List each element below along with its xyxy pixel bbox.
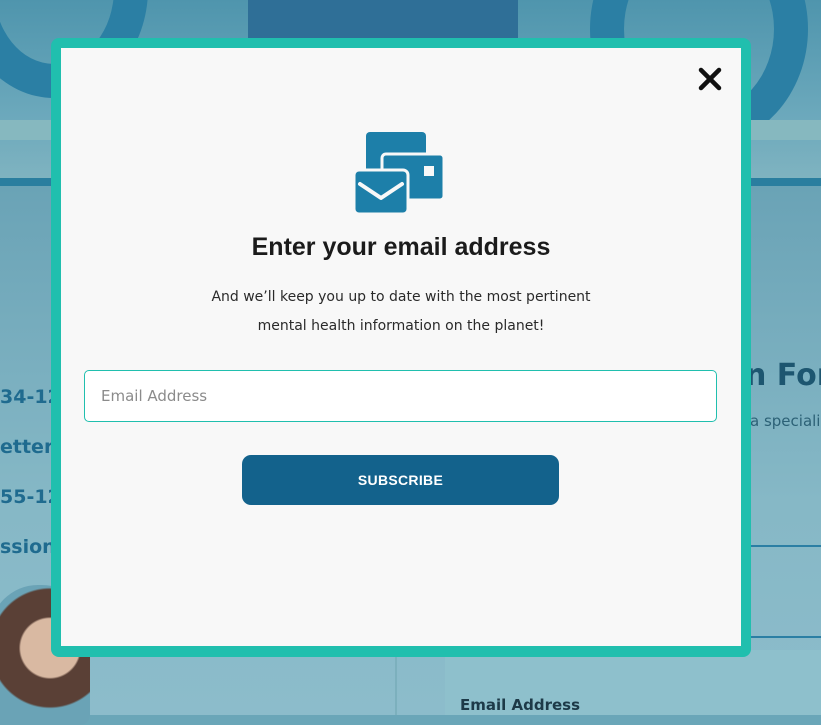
section-heading: n For — [745, 358, 821, 393]
close-button[interactable] — [697, 66, 723, 92]
modal-description: And we’ll keep you up to date with the m… — [181, 283, 621, 341]
close-icon — [698, 67, 722, 91]
subscribe-modal-frame: Enter your email address And we’ll keep … — [51, 38, 751, 657]
modal-description-line: mental health information on the planet! — [257, 318, 545, 334]
mail-stack-icon — [352, 132, 446, 216]
modal-title: Enter your email address — [251, 233, 551, 261]
email-input[interactable] — [84, 370, 717, 422]
subscribe-button[interactable]: SUBSCRIBE — [242, 455, 559, 505]
modal-description-line: And we’ll keep you up to date with the m… — [211, 289, 591, 305]
form-email-label: Email Address — [460, 696, 581, 714]
form-field-line — [748, 545, 821, 547]
divider — [395, 650, 397, 715]
subscribe-modal: Enter your email address And we’ll keep … — [61, 48, 741, 646]
section-subtitle: a specialis — [750, 412, 821, 430]
form-field-line — [748, 636, 821, 638]
